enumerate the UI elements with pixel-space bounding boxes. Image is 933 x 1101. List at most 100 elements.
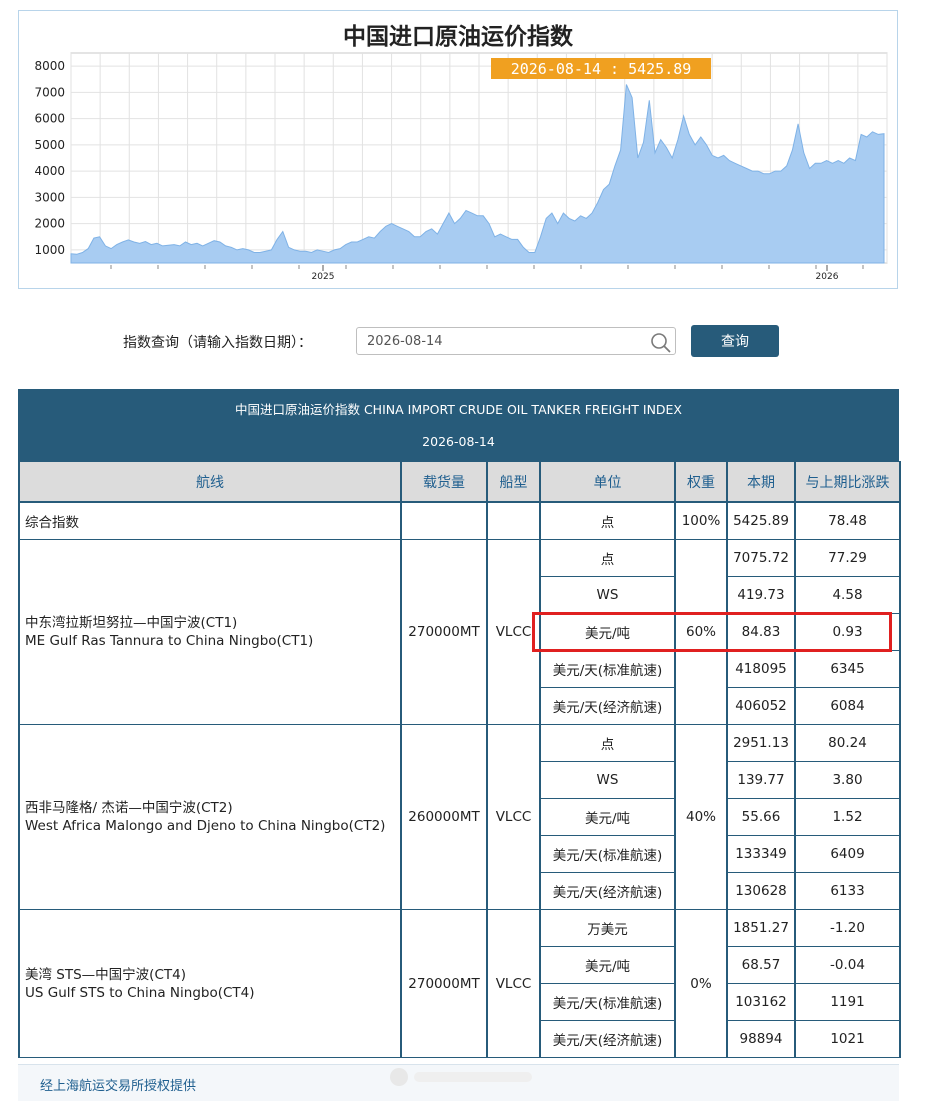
route-ct4: 美湾 STS—中国宁波(CT4) US Gulf STS to China Ni…: [18, 909, 402, 1058]
query-button[interactable]: 查询: [691, 325, 779, 357]
unit-cell: 美元/天(经济航速): [539, 687, 676, 725]
current-cell: 419.73: [726, 576, 796, 614]
table-row: 中东湾拉斯坦努拉—中国宁波(CT1) ME Gulf Ras Tannura t…: [18, 539, 901, 725]
table-row: 西非马隆格/ 杰诺—中国宁波(CT2) West Africa Malongo …: [18, 724, 901, 910]
change-cell: 1.52: [794, 798, 901, 836]
current-cell: 68.57: [726, 946, 796, 984]
weight-ct2: 40%: [674, 724, 728, 910]
weight-ct1: 60%: [674, 539, 728, 725]
capacity-ct2: 260000MT: [400, 724, 488, 910]
route-name-en: ME Gulf Ras Tannura to China Ningbo(CT1): [25, 633, 314, 649]
unit-cell: 美元/天(标准航速): [539, 983, 676, 1021]
table-row-composite: 综合指数 点 100% 5425.89 78.48: [18, 501, 901, 540]
route-name-cn: 西非马隆格/ 杰诺—中国宁波(CT2): [25, 800, 233, 816]
current-cell: 84.83: [726, 613, 796, 651]
header-current: 本期: [726, 461, 796, 503]
change-cell: -0.04: [794, 946, 901, 984]
change-cell: -1.20: [794, 909, 901, 947]
header-capacity: 载货量: [400, 461, 488, 503]
header-weight: 权重: [674, 461, 728, 503]
route-name-cn: 中东湾拉斯坦努拉—中国宁波(CT1): [25, 615, 238, 631]
unit-cell: 美元/吨: [539, 798, 676, 836]
y-tick-label: 7000: [34, 85, 65, 99]
unit-cell: 点: [539, 539, 676, 577]
composite-capacity: [400, 501, 488, 540]
composite-name: 综合指数: [18, 501, 402, 540]
current-cell: 2951.13: [726, 724, 796, 762]
date-input[interactable]: [356, 327, 676, 355]
current-cell: 7075.72: [726, 539, 796, 577]
query-label: 指数查询（请输入指数日期）：: [123, 335, 312, 351]
current-cell: 133349: [726, 835, 796, 873]
current-cell: 139.77: [726, 761, 796, 799]
y-tick-label: 1000: [34, 243, 65, 257]
change-cell: 6084: [794, 687, 901, 725]
freight-index-table-section: 中国进口原油运价指数 CHINA IMPORT CRUDE OIL TANKER…: [18, 389, 901, 1058]
route-name-en: US Gulf STS to China Ningbo(CT4): [25, 984, 255, 1001]
weight-ct4: 0%: [674, 909, 728, 1058]
search-icon[interactable]: [650, 332, 672, 354]
composite-current: 5425.89: [726, 501, 796, 540]
unit-cell: 美元/吨: [539, 946, 676, 984]
current-cell: 103162: [726, 983, 796, 1021]
composite-ship: [486, 501, 541, 540]
footer-text: 经上海航运交易所授权提供: [40, 1079, 197, 1094]
y-tick-label: 4000: [34, 164, 65, 178]
change-cell: 6345: [794, 650, 901, 688]
ship-ct4: VLCC: [486, 909, 541, 1058]
current-cell: 1851.27: [726, 909, 796, 947]
freight-index-table: 航线 载货量 船型 单位 权重 本期 与上期比涨跌 综合指数 点 100% 54…: [18, 461, 901, 1058]
header-ship-type: 船型: [486, 461, 541, 503]
freight-index-chart[interactable]: 1000 2000 3000 4000 5000 6000 7000 8000 2025 2026…: [18, 10, 898, 289]
header-unit: 单位: [539, 461, 676, 503]
unit-cell: 美元/天(经济航速): [539, 1020, 676, 1058]
composite-change: 78.48: [794, 501, 901, 540]
ship-ct1: VLCC: [486, 539, 541, 725]
change-cell: 6409: [794, 835, 901, 873]
y-tick-label: 8000: [34, 59, 65, 73]
chart-canvas[interactable]: 1000 2000 3000 4000 5000 6000 7000 8000 2025 2026…: [19, 11, 899, 290]
watermark-icon: [390, 1068, 532, 1086]
composite-weight: 100%: [674, 501, 728, 540]
change-cell: 77.29: [794, 539, 901, 577]
unit-cell: 万美元: [539, 909, 676, 947]
change-cell: 4.58: [794, 576, 901, 614]
table-title: 中国进口原油运价指数 CHINA IMPORT CRUDE OIL TANKER…: [234, 402, 683, 417]
y-tick-label: 5000: [34, 138, 65, 152]
table-header-banner: 中国进口原油运价指数 CHINA IMPORT CRUDE OIL TANKER…: [18, 389, 899, 461]
capacity-ct1: 270000MT: [400, 539, 488, 725]
table-row: 美湾 STS—中国宁波(CT4) US Gulf STS to China Ni…: [18, 909, 901, 1058]
change-cell: 3.80: [794, 761, 901, 799]
ship-ct2: VLCC: [486, 724, 541, 910]
unit-cell: 美元/天(标准航速): [539, 835, 676, 873]
route-name-en: West Africa Malongo and Djeno to China N…: [25, 818, 386, 834]
current-cell: 98894: [726, 1020, 796, 1058]
current-cell: 418095: [726, 650, 796, 688]
change-cell: 6133: [794, 872, 901, 910]
unit-cell: 点: [539, 724, 676, 762]
tooltip-text: 2026-08-14 : 5425.89: [511, 60, 692, 78]
header-change: 与上期比涨跌: [794, 461, 901, 503]
header-route: 航线: [18, 461, 402, 503]
chart-title: 中国进口原油运价指数: [343, 23, 573, 50]
unit-cell: 美元/天(标准航速): [539, 650, 676, 688]
unit-cell: 美元/吨: [539, 613, 676, 651]
unit-cell: 美元/天(经济航速): [539, 872, 676, 910]
current-cell: 406052: [726, 687, 796, 725]
table-date: 2026-08-14: [422, 434, 495, 449]
current-cell: 130628: [726, 872, 796, 910]
change-cell: 0.93: [794, 613, 901, 651]
route-ct1: 中东湾拉斯坦努拉—中国宁波(CT1) ME Gulf Ras Tannura t…: [18, 539, 402, 725]
change-cell: 1021: [794, 1020, 901, 1058]
unit-cell: WS: [539, 576, 676, 614]
unit-cell: WS: [539, 761, 676, 799]
change-cell: 1191: [794, 983, 901, 1021]
x-tick-label: 2026: [816, 272, 839, 282]
current-cell: 55.66: [726, 798, 796, 836]
y-tick-label: 2000: [34, 217, 65, 231]
route-name-cn: 美湾 STS—中国宁波(CT4): [25, 966, 186, 983]
capacity-ct4: 270000MT: [400, 909, 488, 1058]
route-ct2: 西非马隆格/ 杰诺—中国宁波(CT2) West Africa Malongo …: [18, 724, 402, 910]
y-tick-label: 3000: [34, 190, 65, 204]
change-cell: 80.24: [794, 724, 901, 762]
